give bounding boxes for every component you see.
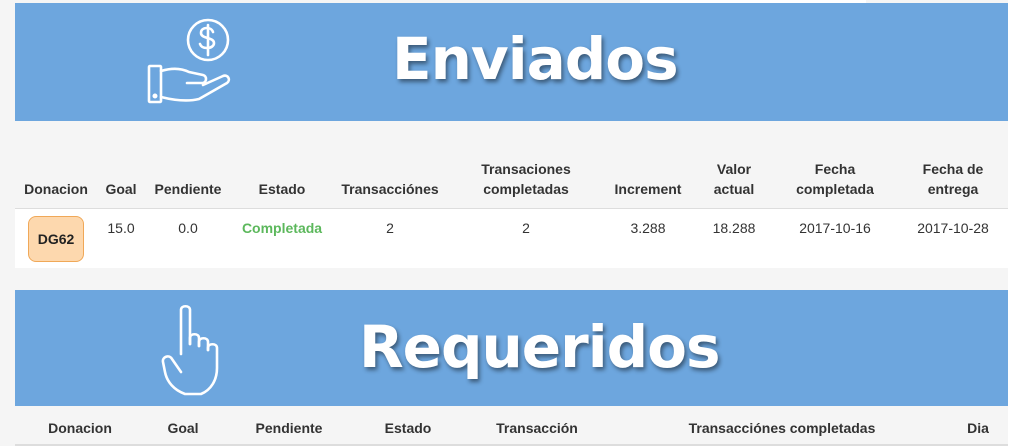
req-col-header-donacion[interactable]: Donacion (30, 418, 130, 438)
header-line: Transaciones (481, 161, 571, 177)
req-col-header-transaccion[interactable]: Transacción (482, 418, 592, 438)
header-line: completada (796, 181, 874, 197)
hand-dollar-icon (147, 18, 231, 104)
cell-pendiente: 0.0 (178, 220, 198, 236)
cell-transacciones: 2 (386, 220, 394, 236)
header-line: entrega (927, 181, 979, 197)
header-line: actual (713, 181, 755, 197)
col-header-estado[interactable]: Estado (248, 179, 316, 199)
req-col-header-estado[interactable]: Estado (370, 418, 446, 438)
cell-increment: 3.288 (630, 220, 666, 236)
cell-transacciones-completadas: 2 (522, 220, 530, 236)
header-line: completadas (483, 181, 569, 197)
sent-banner: Enviados (15, 3, 1008, 121)
pointing-hand-icon (161, 304, 219, 396)
header-line: Fecha (814, 161, 856, 177)
sent-title: Enviados (392, 25, 679, 93)
header-line: Valor (716, 161, 752, 177)
req-col-header-goal[interactable]: Goal (150, 418, 216, 438)
cell-fecha-completada: 2017-10-16 (799, 220, 871, 236)
col-header-valor-actual[interactable]: Valor actual (704, 159, 764, 199)
col-header-increment[interactable]: Increment (606, 179, 690, 199)
col-header-goal[interactable]: Goal (100, 179, 142, 199)
col-header-donacion[interactable]: Donacion (22, 179, 90, 199)
col-header-fecha-entrega[interactable]: Fecha de entrega (912, 159, 994, 199)
col-header-fecha-completada[interactable]: Fecha completada (788, 159, 882, 199)
donation-id-badge[interactable]: DG62 (28, 216, 84, 262)
col-header-transacciones-completadas[interactable]: Transaciones completadas (468, 159, 584, 199)
right-scroll-edge (1008, 0, 1014, 446)
cell-valor-actual: 18.288 (712, 220, 756, 236)
req-col-header-pendiente[interactable]: Pendiente (244, 418, 334, 438)
requested-title: Requeridos (359, 313, 721, 381)
col-header-pendiente[interactable]: Pendiente (148, 179, 228, 199)
table-header-divider (15, 208, 1008, 209)
req-col-header-transacciones-completadas[interactable]: Transacciónes completadas (672, 418, 892, 438)
table-row (15, 208, 1008, 268)
col-header-transacciones[interactable]: Transacciónes (336, 179, 444, 199)
status-badge: Completada (241, 220, 323, 236)
header-line: Fecha de (922, 161, 984, 177)
req-col-header-dia[interactable]: Dia (950, 418, 1006, 438)
cell-goal: 15.0 (107, 220, 135, 236)
requested-banner: Requeridos (15, 290, 1008, 406)
cell-fecha-entrega: 2017-10-28 (917, 220, 989, 236)
